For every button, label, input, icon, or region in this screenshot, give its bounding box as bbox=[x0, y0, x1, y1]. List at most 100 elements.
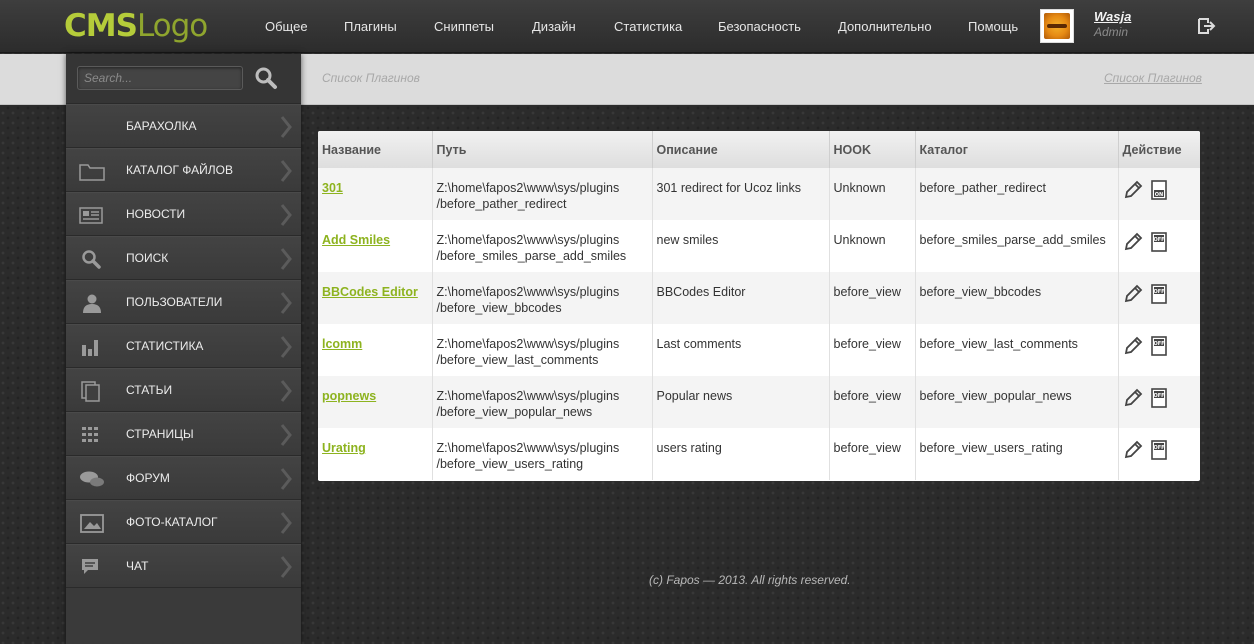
edit-pencil-icon[interactable] bbox=[1123, 284, 1143, 304]
nav-security[interactable]: Безопасность bbox=[718, 19, 801, 35]
toggle-off-icon[interactable]: OFF bbox=[1149, 232, 1169, 252]
message-icon bbox=[82, 559, 98, 574]
sidebar-item-news[interactable]: НОВОСТИ bbox=[66, 192, 301, 236]
path-line: /before_view_popular_news bbox=[436, 405, 593, 419]
nav-plugins[interactable]: Плагины bbox=[344, 19, 397, 35]
cell-hook: before_view bbox=[829, 376, 916, 428]
edit-pencil-icon[interactable] bbox=[1123, 440, 1143, 460]
search-input[interactable] bbox=[77, 66, 243, 90]
sidebar-item-articles[interactable]: СТАТЬИ bbox=[66, 368, 301, 412]
edit-pencil-icon[interactable] bbox=[1123, 388, 1143, 408]
chevron-right-icon bbox=[280, 380, 292, 402]
toggle-state-label: OFF bbox=[1153, 341, 1164, 347]
cell-path: Z:\home\fapos2\www\sys/plugins/before_vi… bbox=[432, 272, 653, 324]
cell-name: BBCodes Editor bbox=[318, 272, 433, 324]
folder-icon bbox=[79, 164, 105, 181]
edit-pencil-icon[interactable] bbox=[1123, 180, 1143, 200]
path-line: Z:\home\fapos2\www\sys/plugins bbox=[436, 285, 620, 299]
cell-hook: Unknown bbox=[829, 168, 916, 220]
path-line: /before_view_users_rating bbox=[436, 457, 584, 471]
toggle-state-label: OFF bbox=[1153, 289, 1164, 295]
sidebar-item-label: ПОЛЬЗОВАТЕЛИ bbox=[126, 295, 223, 309]
sidebar-item-pages[interactable]: СТРАНИЦЫ bbox=[66, 412, 301, 456]
nav-general[interactable]: Общее bbox=[265, 19, 308, 35]
sidebar: БАРАХОЛКА КАТАЛОГ ФАЙЛОВ НОВОСТИ ПОИСК П… bbox=[66, 54, 301, 644]
sidebar-item-label: СТАТИСТИКА bbox=[126, 339, 204, 353]
nav-statistics[interactable]: Статистика bbox=[614, 19, 682, 35]
chevron-right-icon bbox=[280, 424, 292, 446]
cell-catalog: before_view_users_rating bbox=[915, 428, 1119, 480]
table-row: lcomm Z:\home\fapos2\www\sys/plugins/befo… bbox=[318, 324, 1200, 376]
cell-description: new smiles bbox=[652, 220, 830, 272]
avatar[interactable] bbox=[1040, 9, 1074, 43]
news-icon bbox=[79, 207, 103, 224]
logout-icon[interactable] bbox=[1196, 16, 1216, 36]
cell-description: Last comments bbox=[652, 324, 830, 376]
col-header-catalog: Каталог bbox=[915, 131, 1119, 168]
path-line: Z:\home\fapos2\www\sys/plugins bbox=[436, 389, 620, 403]
sidebar-item-users[interactable]: ПОЛЬЗОВАТЕЛИ bbox=[66, 280, 301, 324]
sidebar-item-file-catalog[interactable]: КАТАЛОГ ФАЙЛОВ bbox=[66, 148, 301, 192]
user-name-link[interactable]: Wasja bbox=[1094, 9, 1131, 24]
path-line: /before_view_last_comments bbox=[436, 353, 599, 367]
sidebar-item-forum[interactable]: ФОРУМ bbox=[66, 456, 301, 500]
edit-pencil-icon[interactable] bbox=[1123, 232, 1143, 252]
cell-catalog: before_smiles_parse_add_smiles bbox=[915, 220, 1119, 272]
plugin-name-link[interactable]: Add Smiles bbox=[322, 233, 390, 247]
toggle-on-icon[interactable]: ON bbox=[1149, 180, 1169, 200]
toggle-off-icon[interactable]: OFF bbox=[1149, 336, 1169, 356]
toggle-state-label: OFF bbox=[1153, 393, 1164, 399]
sidebar-search bbox=[66, 54, 301, 104]
sidebar-item-label: БАРАХОЛКА bbox=[126, 119, 197, 133]
nav-help[interactable]: Помощь bbox=[968, 19, 1018, 35]
chevron-right-icon bbox=[280, 248, 292, 270]
cell-path: Z:\home\fapos2\www\sys/plugins/before_vi… bbox=[432, 376, 653, 428]
search-button-icon[interactable] bbox=[254, 66, 278, 90]
col-header-description: Описание bbox=[652, 131, 830, 168]
cell-actions: ON bbox=[1118, 168, 1200, 220]
cell-description: Popular news bbox=[652, 376, 830, 428]
chevron-right-icon bbox=[280, 556, 292, 578]
sidebar-item-label: СТРАНИЦЫ bbox=[126, 427, 194, 441]
nav-snippets[interactable]: Сниппеты bbox=[434, 19, 494, 35]
plugin-name-link[interactable]: BBCodes Editor bbox=[322, 285, 418, 299]
cell-catalog: before_view_popular_news bbox=[915, 376, 1119, 428]
logo-text-cms: CMS bbox=[64, 8, 138, 44]
toggle-off-icon[interactable]: OFF bbox=[1149, 388, 1169, 408]
breadcrumb-current: Список Плагинов bbox=[322, 71, 420, 85]
plugin-name-link[interactable]: lcomm bbox=[322, 337, 362, 351]
table-row: BBCodes Editor Z:\home\fapos2\www\sys/plu… bbox=[318, 272, 1200, 324]
nav-design[interactable]: Дизайн bbox=[532, 19, 576, 35]
plugin-name-link[interactable]: Urating bbox=[322, 441, 366, 455]
plugin-name-link[interactable]: 301 bbox=[322, 181, 343, 195]
sidebar-item-search[interactable]: ПОИСК bbox=[66, 236, 301, 280]
cms-logo[interactable]: CMSLogo bbox=[64, 6, 208, 46]
cell-hook: before_view bbox=[829, 324, 916, 376]
documents-icon bbox=[81, 381, 100, 402]
bar-chart-icon bbox=[82, 340, 98, 356]
sidebar-item-flea-market[interactable]: БАРАХОЛКА bbox=[66, 104, 301, 148]
cell-path: Z:\home\fapos2\www\sys/plugins/before_pa… bbox=[432, 168, 653, 220]
cell-actions: OFF bbox=[1118, 220, 1200, 272]
sidebar-item-photo-catalog[interactable]: ФОТО-КАТАЛОГ bbox=[66, 500, 301, 544]
toggle-off-icon[interactable]: OFF bbox=[1149, 440, 1169, 460]
table-row: popnews Z:\home\fapos2\www\sys/plugins/be… bbox=[318, 376, 1200, 428]
breadcrumb-link[interactable]: Список Плагинов bbox=[1104, 71, 1202, 85]
toggle-off-icon[interactable]: OFF bbox=[1149, 284, 1169, 304]
edit-pencil-icon[interactable] bbox=[1123, 336, 1143, 356]
cell-actions: OFF bbox=[1118, 324, 1200, 376]
chevron-right-icon bbox=[280, 468, 292, 490]
toggle-state-label: ON bbox=[1154, 192, 1162, 198]
grid-icon bbox=[82, 427, 98, 442]
cell-name: 301 bbox=[318, 168, 433, 220]
cell-catalog: before_pather_redirect bbox=[915, 168, 1119, 220]
sidebar-item-chat[interactable]: ЧАТ bbox=[66, 544, 301, 588]
top-navbar: CMSLogo Общее Плагины Сниппеты Дизайн Ст… bbox=[0, 0, 1254, 53]
chevron-right-icon bbox=[280, 336, 292, 358]
nav-additional[interactable]: Дополнительно bbox=[838, 19, 932, 35]
plugin-name-link[interactable]: popnews bbox=[322, 389, 376, 403]
sidebar-item-statistics[interactable]: СТАТИСТИКА bbox=[66, 324, 301, 368]
chevron-right-icon bbox=[280, 292, 292, 314]
col-header-action: Действие bbox=[1118, 131, 1200, 168]
cell-name: Add Smiles bbox=[318, 220, 433, 272]
